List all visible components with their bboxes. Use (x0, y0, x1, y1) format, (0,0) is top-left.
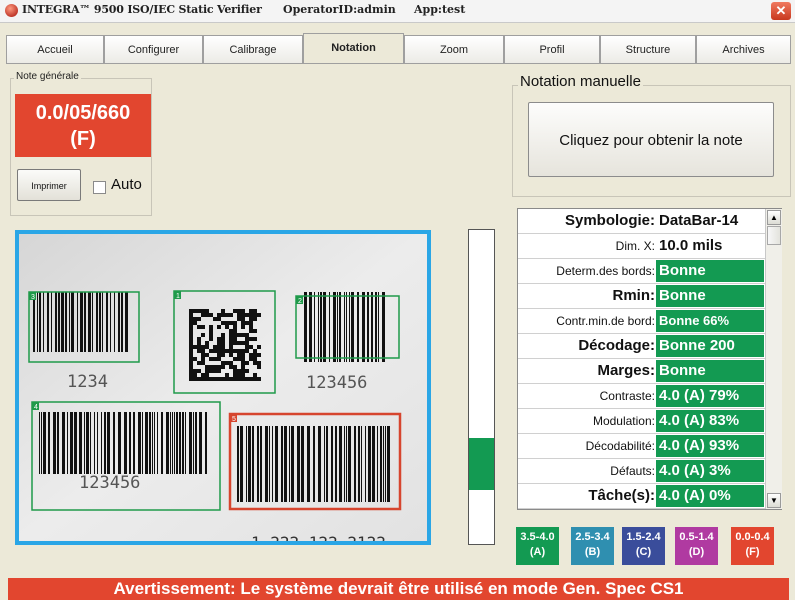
scroll-thumb[interactable] (767, 226, 781, 245)
grade-letter: (B) (584, 546, 601, 558)
get-grade-button[interactable]: Cliquez pour obtenir la note (528, 102, 774, 177)
parameter-row: Contr.min.de bord: Bonne 66% (518, 309, 765, 334)
auto-checkbox[interactable] (93, 181, 106, 194)
parameter-value: 4.0 (A) 93% (656, 435, 764, 457)
overall-grade-display: 0.0/05/660 (F) (15, 94, 151, 157)
parameter-value: 4.0 (A) 79% (656, 385, 764, 407)
tab-configurer[interactable]: Configurer (104, 35, 203, 63)
parameter-value: Bonne 200 (656, 335, 764, 357)
close-icon[interactable]: ✕ (771, 2, 791, 20)
grade-legend-item: 2.5-3.4 (B) (571, 527, 614, 565)
parameter-row: Rmin: Bonne (518, 284, 765, 309)
symbol-3-number: 3 (31, 294, 35, 301)
symbol-4-number: 4 (34, 404, 38, 411)
parameter-row: Contraste: 4.0 (A) 79% (518, 384, 765, 409)
parameter-row: Modulation: 4.0 (A) 83% (518, 409, 765, 434)
parameter-label: Tâche(s): (588, 487, 655, 504)
parameter-label: Symbologie: (564, 212, 655, 229)
grade-range: 3.5-4.0 (520, 531, 555, 543)
integra-logo-icon (5, 4, 18, 17)
symbol-2-number: 2 (298, 298, 302, 305)
parameter-label: Décodage: (578, 337, 655, 354)
overall-grade-value: 0.0/05/660 (35, 102, 131, 124)
parameter-row: Marges: Bonne (518, 359, 765, 384)
parameter-label: Rmin: (612, 287, 656, 304)
manual-grading-legend: Notation manuelle (518, 73, 643, 90)
parameter-row: Symbologie: DataBar-14 (518, 209, 765, 234)
barcode-image: 3 1234 1 2 123456 4 123456 5 1 222 122 2… (19, 234, 427, 541)
parameter-row: Décodage: Bonne 200 (518, 334, 765, 359)
barcode-image-view[interactable]: 3 1234 1 2 123456 4 123456 5 1 222 122 2… (15, 230, 431, 545)
parameter-row: Décodabilité: 4.0 (A) 93% (518, 434, 765, 459)
grade-range: 1.5-2.4 (626, 531, 661, 543)
grade-letter: (D) (688, 546, 705, 558)
auto-label: Auto (111, 176, 142, 193)
tab-divider (6, 63, 791, 64)
tab-structure[interactable]: Structure (600, 35, 696, 63)
parameter-label: Contraste: (599, 389, 655, 403)
parameter-label: Marges: (597, 362, 655, 379)
tab-calibrage[interactable]: Calibrage (203, 35, 303, 63)
grade-range: 0.5-1.4 (679, 531, 714, 543)
operator-id: OperatorID:admin (283, 3, 396, 16)
parameter-label: Determ.des bords: (556, 264, 655, 278)
parameter-value: Bonne (656, 360, 764, 382)
tab-bar: Accueil Configurer Calibrage Notation Zoom Pr… (6, 33, 791, 65)
tab-zoom[interactable]: Zoom (404, 35, 504, 63)
app-name: App:test (414, 3, 466, 16)
grade-range: 0.0-0.4 (735, 531, 770, 543)
overall-grade-letter: (F) (70, 128, 96, 150)
parameter-label: Modulation: (592, 414, 655, 428)
symbol-2-text: 123456 (306, 373, 367, 393)
parameter-row: Tâche(s): 4.0 (A) 0% (518, 484, 765, 509)
grade-meter (468, 229, 495, 545)
grade-meter-fill (469, 438, 494, 490)
window-title: INTEGRA™ 9500 ISO/IEC Static Verifier (22, 3, 262, 16)
grade-legend-item: 0.0-0.4 (F) (731, 527, 774, 565)
grade-letter: (A) (529, 546, 546, 558)
parameter-value: Bonne 66% (656, 310, 764, 332)
parameter-label: Décodabilité: (585, 439, 655, 453)
symbol-5-number: 5 (232, 416, 236, 423)
title-bar: INTEGRA™ 9500 ISO/IEC Static Verifier Op… (0, 0, 795, 23)
grade-letter: (C) (635, 546, 652, 558)
parameter-label: Défauts: (610, 464, 655, 478)
tab-profil[interactable]: Profil (504, 35, 600, 63)
warning-banner: Avertissement: Le système devrait être u… (8, 578, 789, 600)
tab-notation[interactable]: Notation (303, 33, 404, 64)
tab-accueil[interactable]: Accueil (6, 35, 104, 63)
print-button[interactable]: Imprimer (17, 169, 81, 201)
parameter-value: Bonne (656, 285, 764, 307)
overall-grade-legend: Note générale (14, 71, 81, 82)
grade-legend-item: 1.5-2.4 (C) (622, 527, 665, 565)
grade-letter: (F) (745, 546, 760, 558)
symbol-4-text: 123456 (79, 473, 140, 493)
parameter-row: Défauts: 4.0 (A) 3% (518, 459, 765, 484)
parameter-label: Contr.min.de bord: (556, 314, 655, 328)
image-bottom-text: 1 222 122 2122 (251, 533, 386, 541)
parameters-scrollbar[interactable]: ▲ ▼ (765, 209, 782, 509)
parameter-row: Dim. X: 10.0 mils (518, 234, 765, 259)
parameter-value: Bonne (656, 260, 764, 282)
symbol-3-text: 1234 (67, 372, 108, 392)
scroll-up-icon[interactable]: ▲ (767, 210, 781, 225)
parameters-panel[interactable]: Symbologie: DataBar-14 Dim. X: 10.0 mils Det… (517, 208, 782, 510)
grade-legend-item: 0.5-1.4 (D) (675, 527, 718, 565)
symbol-1-number: 1 (176, 293, 180, 300)
parameter-value: 4.0 (A) 0% (656, 485, 764, 507)
parameter-row: Determ.des bords: Bonne (518, 259, 765, 284)
parameter-label: Dim. X: (615, 239, 655, 253)
grade-range: 2.5-3.4 (575, 531, 610, 543)
scroll-down-icon[interactable]: ▼ (767, 493, 781, 508)
parameter-value: 10.0 mils (656, 235, 764, 257)
parameter-value: 4.0 (A) 83% (656, 410, 764, 432)
grade-legend-item: 3.5-4.0 (A) (516, 527, 559, 565)
parameter-value: 4.0 (A) 3% (656, 460, 764, 482)
tab-archives[interactable]: Archives (696, 35, 791, 63)
parameter-value: DataBar-14 (656, 210, 764, 232)
